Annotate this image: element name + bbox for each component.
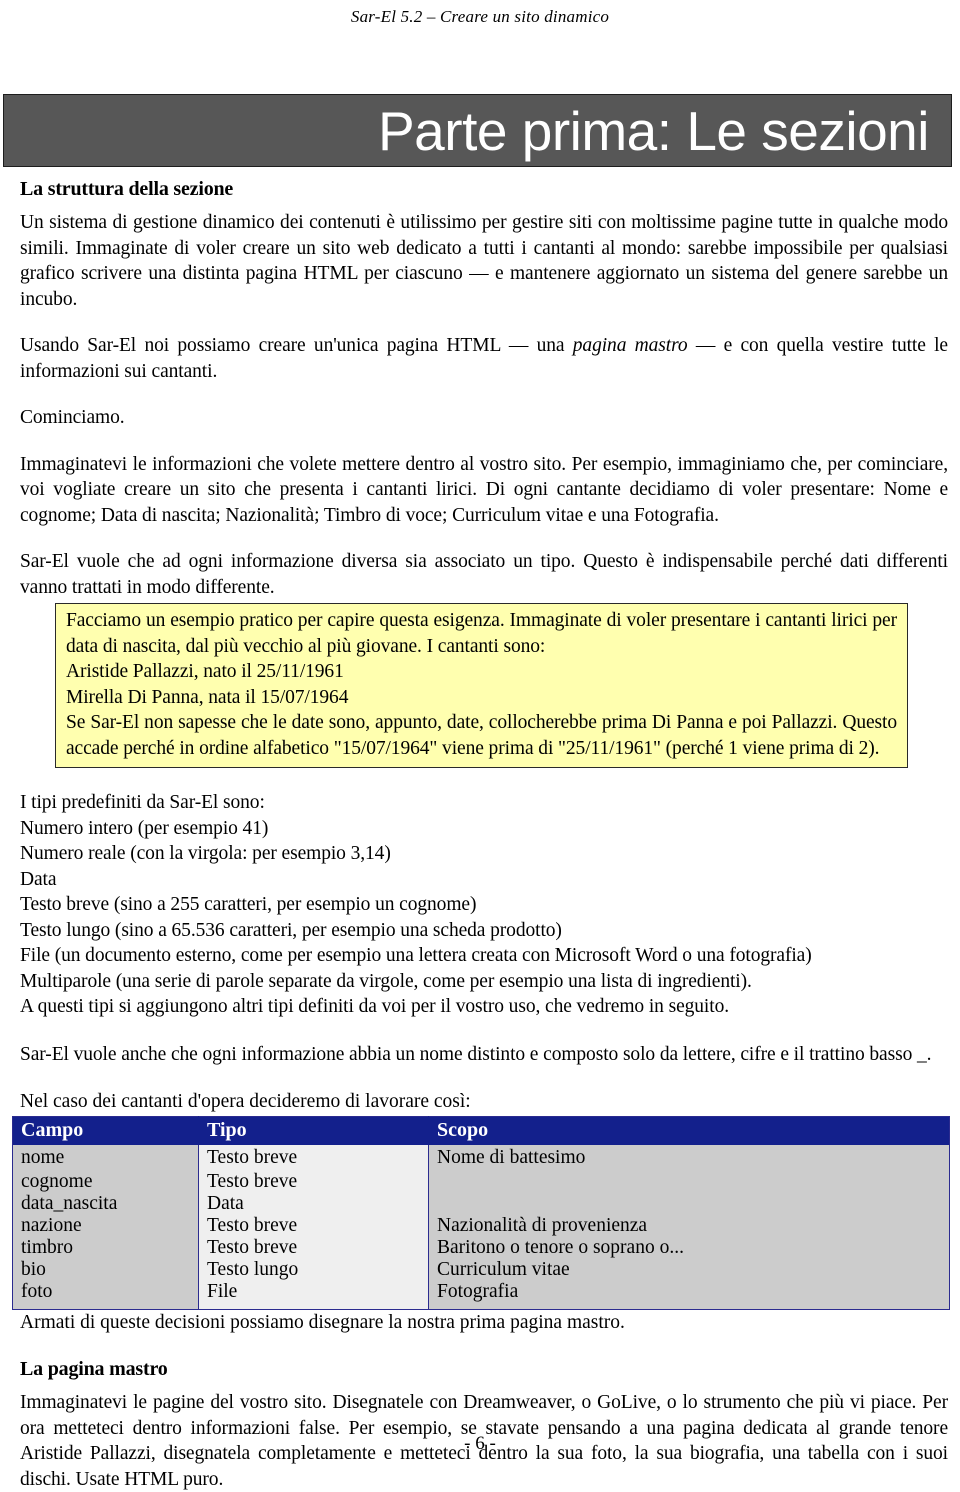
callout-box-esempio: Facciamo un esempio pratico per capire q… [55,603,908,768]
paragraph-pagina-mastro-intro: Usando Sar-El noi possiamo creare un'uni… [20,333,948,384]
table-row: timbro Testo breve Baritono o tenore o s… [12,1236,950,1259]
cell-tipo: Testo breve [198,1144,429,1171]
page-title: Parte prima: Le sezioni [378,99,930,162]
document-body: La struttura della sezione Un sistema di… [0,177,960,600]
paragraph-cominciamo: Cominciamo. [20,407,125,428]
paragraph-intro: Un sistema di gestione dinamico dei cont… [20,210,948,312]
cell-scopo [428,1192,950,1215]
title-banner: Parte prima: Le sezioni [3,94,952,167]
cell-scopo: Fotografia [428,1280,950,1309]
cell-tipo: Testo lungo [198,1258,429,1281]
table-row: data_nascita Data [12,1192,950,1215]
page-number: - 6 - [464,1433,496,1454]
tipi-line-8: A questi tipi si aggiungono altri tipi d… [20,996,729,1017]
cell-campo: nome [12,1144,199,1171]
tipi-line-4: Testo breve (sino a 255 caratteri, per e… [20,894,477,915]
fields-table: Campo Tipo Scopo nome Testo breve Nome d… [12,1115,950,1310]
table-row: bio Testo lungo Curriculum vitae [12,1258,950,1281]
tipi-line-0: I tipi predefiniti da Sar-El sono: [20,792,265,813]
list-tipi-predefiniti: I tipi predefiniti da Sar-El sono: Numer… [20,790,948,1020]
callout-line-2: Mirella Di Panna, nata il 15/07/1964 [66,686,349,708]
emphasis-pagina-mastro: pagina mastro [572,335,688,356]
callout-line-3: Se Sar-El non sapesse che le date sono, … [66,712,897,759]
cell-tipo: Data [198,1192,429,1215]
table-row: cognome Testo breve [12,1170,950,1193]
column-header-tipo: Tipo [198,1116,429,1145]
nomi-line: Sar-El vuole anche che ogni informazione… [20,1043,932,1065]
tipi-line-2: Numero reale (con la virgola: per esempi… [20,843,391,864]
tipi-line-1: Numero intero (per esempio 41) [20,817,269,839]
cell-campo: data_nascita [12,1192,199,1215]
cell-campo: cognome [12,1170,199,1193]
cell-scopo: Nome di battesimo [428,1144,950,1171]
running-header: Sar-El 5.2 – Creare un sito dinamico [350,7,610,26]
paragraph-intro-part2: Immaginate di voler creare un sito web d… [20,237,948,310]
cell-scopo [428,1170,950,1193]
column-header-campo: Campo [12,1116,199,1145]
table-header-row: Campo Tipo Scopo [12,1116,950,1145]
heading-la-pagina-mastro: La pagina mastro [20,1358,168,1380]
cell-campo: foto [12,1280,199,1309]
cell-campo: timbro [12,1236,199,1259]
paragraph-tipi-associati: Sar-El vuole che ad ogni informazione di… [20,551,948,598]
paragraph-mastro-part1: Usando Sar-El noi possiamo creare un'uni… [20,335,573,356]
cell-scopo: Baritono o tenore o soprano o... [428,1236,950,1259]
tipi-line-3: Data [20,868,57,890]
cell-tipo: Testo breve [198,1170,429,1193]
cell-scopo: Nazionalità di provenienza [428,1214,950,1237]
cell-campo: bio [12,1258,199,1281]
table-intro-text: Nel caso dei cantanti d'opera decideremo… [20,1091,471,1112]
table-row: nome Testo breve Nome di battesimo [12,1144,950,1171]
cell-tipo: Testo breve [198,1214,429,1237]
cell-scopo: Curriculum vitae [428,1258,950,1281]
cell-tipo: File [198,1280,429,1309]
document-page: Sar-El 5.2 – Creare un sito dinamico Par… [0,0,960,1490]
column-header-scopo: Scopo [428,1116,950,1145]
table-row: foto File Fotografia [12,1280,950,1309]
callout-line-1: Aristide Pallazzi, nato il 25/11/1961 [66,661,344,682]
tipi-line-7: Multiparole (una serie di parole separat… [20,970,752,992]
tipi-line-6: File (un documento esterno, come per ese… [20,945,812,966]
tipi-line-5: Testo lungo (sino a 65.536 caratteri, pe… [20,919,562,941]
cell-campo: nazione [12,1214,199,1237]
heading-la-struttura-della-sezione: La struttura della sezione [20,178,234,200]
cell-tipo: Testo breve [198,1236,429,1259]
callout-line-0: Facciamo un esempio pratico per capire q… [66,610,897,657]
paragraph-informazioni: Immaginatevi le informazioni che volete … [20,453,948,526]
table-row: nazione Testo breve Nazionalità di prove… [12,1214,950,1237]
paragraph-after-table: Armati di queste decisioni possiamo dise… [20,1311,625,1333]
paragraph-nomi-campi: Sar-El vuole anche che ogni informazione… [20,1042,948,1068]
